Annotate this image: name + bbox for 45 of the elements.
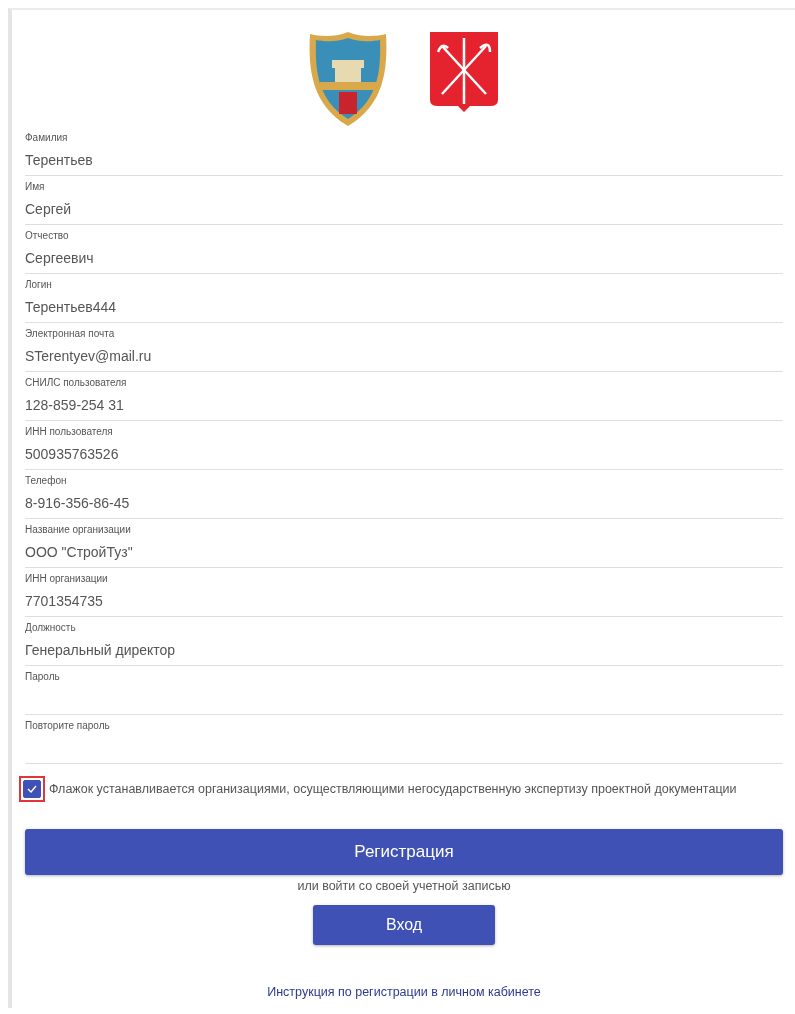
- form-field[interactable]: Пароль: [25, 666, 783, 715]
- field-label: Должность: [25, 621, 76, 635]
- instruction-link[interactable]: Инструкция по регистрации в личном кабинете: [267, 985, 541, 999]
- field-label: ИНН организации: [25, 572, 108, 586]
- form-field[interactable]: ИНН пользователя 500935763526: [25, 421, 783, 470]
- form-field[interactable]: Телефон 8-916-356-86-45: [25, 470, 783, 519]
- form-field[interactable]: Имя Сергей: [25, 176, 783, 225]
- field-label: Отчество: [25, 229, 69, 243]
- text-input[interactable]: Генеральный директор: [25, 640, 783, 660]
- field-label: СНИЛС пользователя: [25, 376, 127, 390]
- checkbox-label: Флажок устанавливается организациями, осуществляющими негосударственную экспертизу проектной документации: [49, 782, 737, 796]
- form-field[interactable]: СНИЛС пользователя 128-859-254 31: [25, 372, 783, 421]
- field-label: Фамилия: [25, 131, 68, 145]
- text-input[interactable]: ООО "СтройТуз": [25, 542, 783, 562]
- field-label: ИНН пользователя: [25, 425, 113, 439]
- text-input[interactable]: 7701354735: [25, 591, 783, 611]
- field-label: Телефон: [25, 474, 67, 488]
- login-button[interactable]: Вход: [313, 905, 495, 945]
- field-label: Повторите пароль: [25, 719, 110, 733]
- field-label: Логин: [25, 278, 52, 292]
- text-input[interactable]: Сергей: [25, 199, 783, 219]
- form-field[interactable]: Фамилия Терентьев: [25, 127, 783, 176]
- field-label: Пароль: [25, 670, 60, 684]
- form-field[interactable]: ИНН организации 7701354735: [25, 568, 783, 617]
- register-button[interactable]: Регистрация: [25, 829, 783, 875]
- form-field[interactable]: Логин Терентьев444: [25, 274, 783, 323]
- form-field[interactable]: Должность Генеральный директор: [25, 617, 783, 666]
- text-input[interactable]: Сергеевич: [25, 248, 783, 268]
- text-input[interactable]: 500935763526: [25, 444, 783, 464]
- field-label: Имя: [25, 180, 45, 194]
- form-field[interactable]: Отчество Сергеевич: [25, 225, 783, 274]
- text-input[interactable]: Терентьев: [25, 150, 783, 170]
- shield-emblem-icon: [308, 30, 388, 128]
- text-input[interactable]: STerentyev@mail.ru: [25, 346, 783, 366]
- text-input[interactable]: 128-859-254 31: [25, 395, 783, 415]
- text-input[interactable]: 8-916-356-86-45: [25, 493, 783, 513]
- field-label: Электронная почта: [25, 327, 115, 341]
- form-field[interactable]: Электронная почта STerentyev@mail.ru: [25, 323, 783, 372]
- checkmark-icon: [27, 785, 37, 793]
- coat-of-arms-icon: [428, 30, 500, 114]
- form-field[interactable]: Название организации ООО "СтройТуз": [25, 519, 783, 568]
- field-label: Название организации: [25, 523, 131, 537]
- login-hint: или войти со своей учетной записью: [297, 879, 511, 893]
- text-input[interactable]: Терентьев444: [25, 297, 783, 317]
- form-field[interactable]: Повторите пароль: [25, 715, 783, 764]
